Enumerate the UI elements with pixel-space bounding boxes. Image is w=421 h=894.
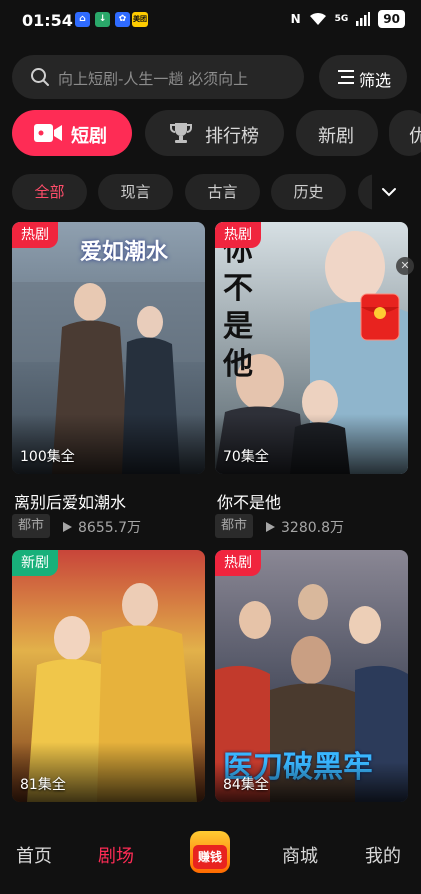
episode-count: 81集全 xyxy=(20,777,66,793)
red-packet-icon[interactable] xyxy=(360,293,400,341)
filter-icon xyxy=(338,70,354,84)
download-icon: ↓ xyxy=(95,12,110,27)
search-placeholder[interactable]: 向上短剧-人生一趟 必须向上 xyxy=(58,68,248,89)
filter-button[interactable]: 筛选 xyxy=(319,55,407,99)
clock: 01:54 xyxy=(22,11,73,30)
play-count-value: 3280.8万 xyxy=(281,520,344,536)
episode-count: 100集全 xyxy=(20,449,75,465)
nfc-icon: N xyxy=(290,12,301,26)
system-indicators: N 5G 90 xyxy=(291,10,405,28)
genre-tag: 都市 xyxy=(12,514,51,538)
close-icon[interactable]: ✕ xyxy=(396,257,414,275)
battery-level: 90 xyxy=(378,10,405,28)
drama-card[interactable]: 你不是他 热剧 70集全 xyxy=(215,222,408,474)
play-icon xyxy=(266,522,275,532)
genre-chip-history[interactable]: 历史 xyxy=(271,174,346,210)
genre-chip-modern[interactable]: 现言 xyxy=(98,174,173,210)
tab-ranking[interactable]: 排行榜 xyxy=(145,110,284,156)
status-badge: 热剧 xyxy=(12,222,58,248)
expand-genres-button[interactable] xyxy=(372,174,421,210)
genre-chip-all[interactable]: 全部 xyxy=(12,174,87,210)
wifi-icon xyxy=(309,12,326,25)
tab-short-drama[interactable]: 短剧 xyxy=(12,110,132,156)
play-icon xyxy=(63,522,72,532)
nav-theater[interactable]: 剧场 xyxy=(98,842,134,868)
search-icon xyxy=(31,68,49,86)
taobao-icon: ⌂ xyxy=(75,12,90,27)
play-count: 8655.7万 xyxy=(61,517,141,537)
trophy-icon xyxy=(170,123,192,143)
tab-label: 优 xyxy=(409,126,421,147)
app-icon: ✿ xyxy=(115,12,130,27)
status-bar: 01:54 ⌂ ↓ ✿ 美团 N 5G 90 xyxy=(0,0,421,40)
drama-card[interactable]: 新剧 81集全 xyxy=(12,550,205,802)
play-count: 3280.8万 xyxy=(264,517,344,537)
signal-icon xyxy=(356,12,371,26)
poster-title-art: 爱如潮水 xyxy=(80,240,169,265)
drama-card[interactable]: 爱如潮水 热剧 100集全 xyxy=(12,222,205,474)
genre-chip-ancient[interactable]: 古言 xyxy=(185,174,260,210)
tab-label: 短剧 xyxy=(71,126,107,147)
meituan-icon: 美团 xyxy=(132,12,148,27)
earn-label: 赚钱 xyxy=(193,845,227,869)
episode-count: 70集全 xyxy=(223,449,269,465)
tab-more[interactable]: 优 xyxy=(389,110,421,156)
network-type: 5G xyxy=(334,14,349,24)
status-badge: 热剧 xyxy=(215,222,261,248)
video-camera-icon xyxy=(34,124,62,142)
tab-label: 新剧 xyxy=(318,126,354,147)
chevron-down-icon xyxy=(382,188,396,197)
tab-new-drama[interactable]: 新剧 xyxy=(296,110,378,156)
drama-card[interactable]: 医刀破黑牢 热剧 84集全 xyxy=(215,550,408,802)
filter-label: 筛选 xyxy=(359,71,392,90)
nav-earn-button[interactable]: 赚钱 xyxy=(190,831,230,873)
nav-mall[interactable]: 商城 xyxy=(282,842,318,868)
episode-count: 84集全 xyxy=(223,777,269,793)
tab-label: 排行榜 xyxy=(205,126,259,147)
drama-title[interactable]: 你不是他 xyxy=(217,489,281,513)
search-bar[interactable]: 向上短剧-人生一趟 必须向上 xyxy=(12,55,304,99)
play-count-value: 8655.7万 xyxy=(78,520,141,536)
bottom-nav: 首页 剧场 赚钱 商城 我的 xyxy=(0,818,421,894)
status-badge: 热剧 xyxy=(215,550,261,576)
genre-tag: 都市 xyxy=(215,514,254,538)
drama-title[interactable]: 离别后爱如潮水 xyxy=(14,489,126,513)
nav-home[interactable]: 首页 xyxy=(16,842,52,868)
poster-title-art: 你不是他 xyxy=(223,233,253,382)
nav-profile[interactable]: 我的 xyxy=(365,842,401,868)
status-badge: 新剧 xyxy=(12,550,58,576)
